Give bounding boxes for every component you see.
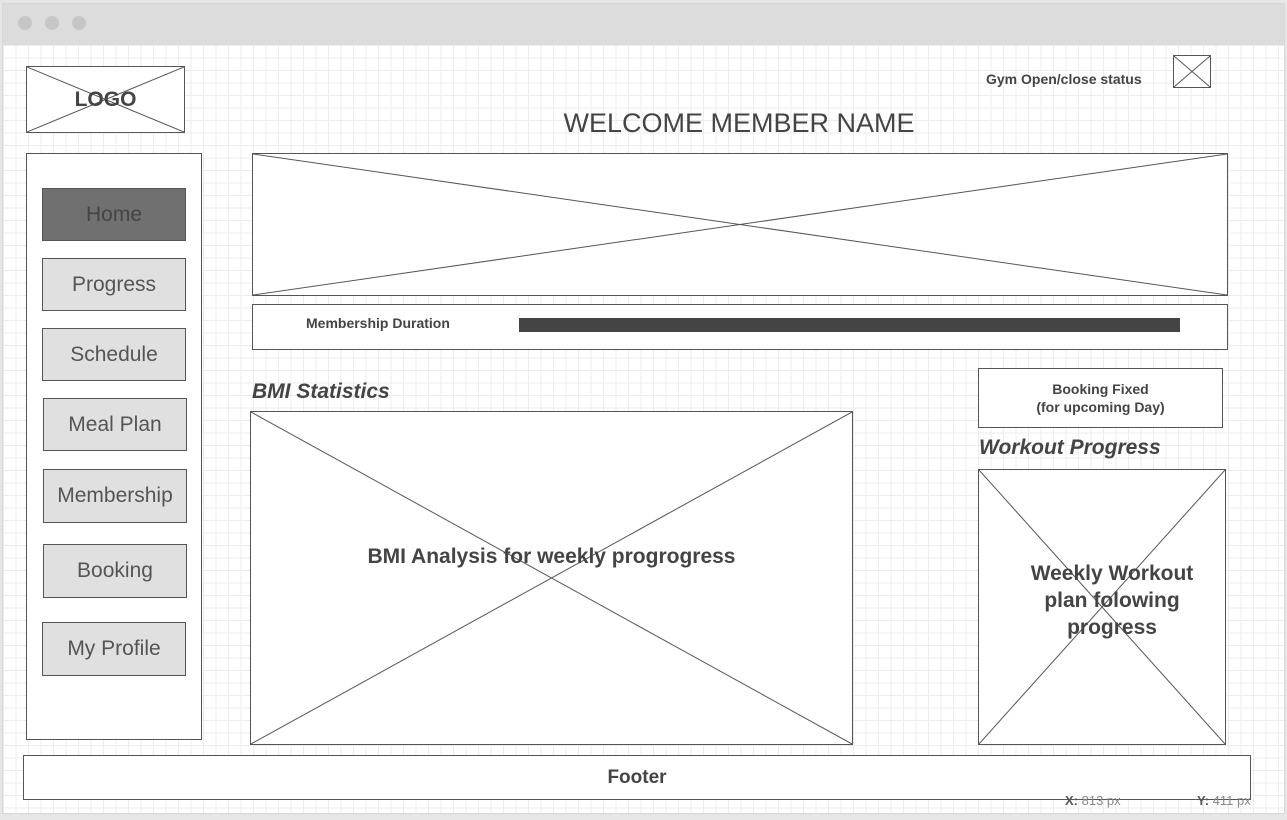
booking-fixed-card[interactable]: Booking Fixed (for upcoming Day) [978,368,1223,428]
logo-placeholder[interactable]: LOGO [26,66,185,133]
bmi-heading: BMI Statistics [252,380,390,403]
close-window-icon[interactable] [18,16,32,30]
sidebar-item-my-profile[interactable]: My Profile [42,622,186,676]
workout-chart-placeholder: Weekly Workout plan folowing progress [978,469,1226,745]
gym-status-label: Gym Open/close status [986,71,1142,87]
sidebar-item-progress[interactable]: Progress [42,258,186,311]
bmi-placeholder-text: BMI Analysis for weekly progrogress [367,545,736,568]
page-title: WELCOME MEMBER NAME [563,108,915,138]
sidebar-item-home[interactable]: Home [42,188,186,241]
workout-placeholder-text: Weekly Workout plan folowing progress [1030,562,1194,639]
membership-progress-track [519,318,1180,332]
logo-text: LOGO [74,87,137,111]
minimize-window-icon[interactable] [45,16,59,30]
sidebar-item-booking[interactable]: Booking [43,544,187,598]
booking-fixed-line1: Booking Fixed [1052,381,1149,397]
membership-duration-panel: Membership Duration [252,304,1228,350]
image-placeholder-icon [253,154,1227,295]
image-placeholder-icon [251,412,852,744]
sidebar-item-schedule[interactable]: Schedule [42,328,186,381]
membership-duration-label: Membership Duration [306,315,450,331]
browser-window: LOGO Gym Open/close status WELCOME MEMBE… [2,3,1285,814]
maximize-window-icon[interactable] [72,16,86,30]
banner-image-placeholder [252,153,1228,296]
x-coordinate-readout: X: 813 px [1065,793,1121,808]
sidebar-item-membership[interactable]: Membership [43,469,187,523]
booking-fixed-line2: (for upcoming Day) [1036,399,1165,415]
workout-heading: Workout Progress [979,436,1161,459]
membership-progress-fill [519,318,1180,332]
y-coordinate-readout: Y: 411 px [1197,793,1251,808]
gym-status-indicator [1173,55,1211,88]
wireframe-canvas: LOGO Gym Open/close status WELCOME MEMBE… [3,45,1284,813]
bmi-chart-placeholder: BMI Analysis for weekly progrogress [250,411,853,745]
status-placeholder-icon [1174,56,1210,87]
title-bar [3,4,1284,45]
sidebar-item-meal-plan[interactable]: Meal Plan [43,398,187,451]
